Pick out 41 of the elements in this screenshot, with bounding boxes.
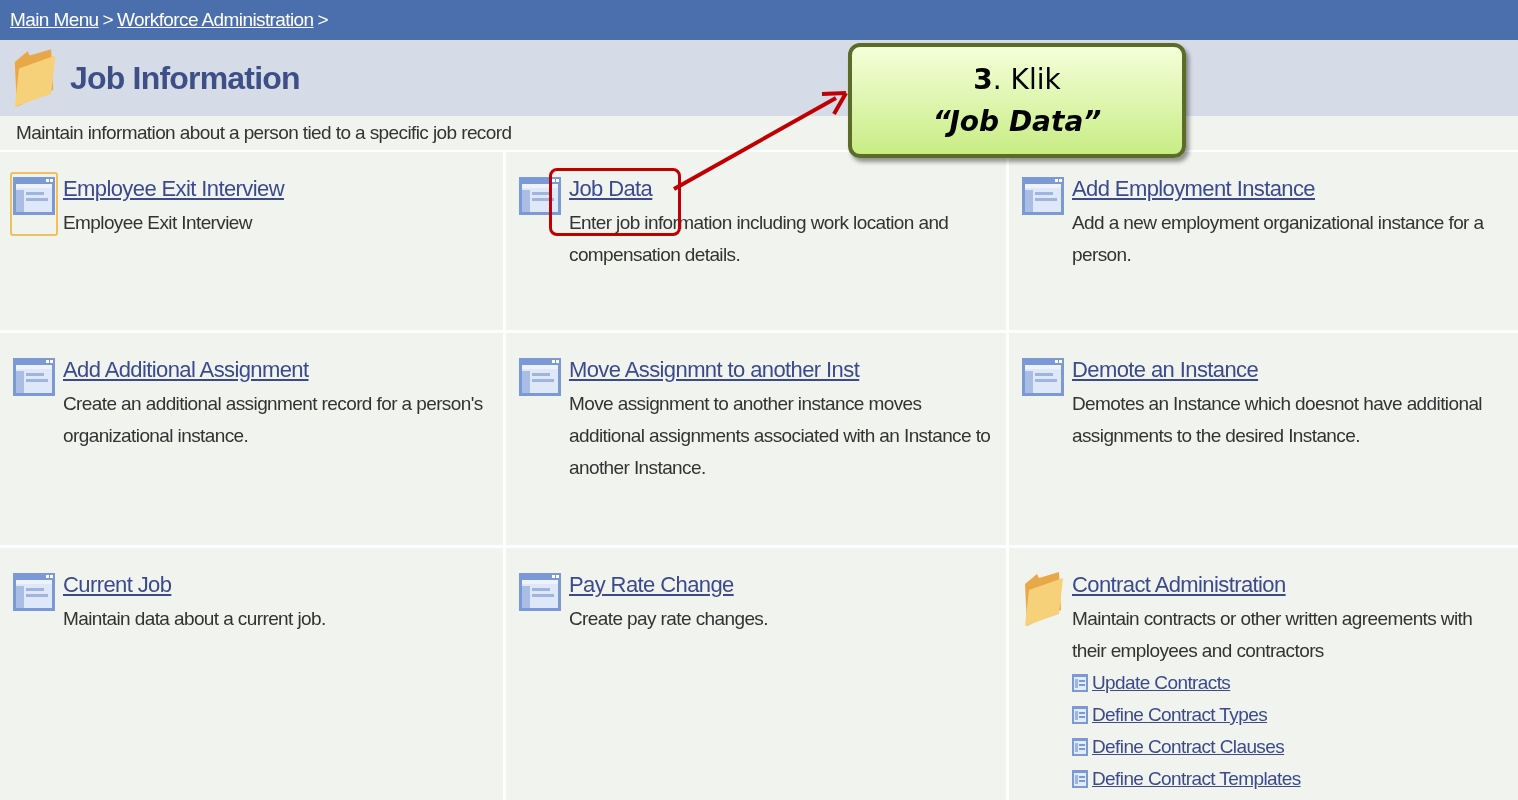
page-icon — [518, 570, 562, 614]
menu-description: Move assignment to another instance moves additional assignments associated with an Instance to another Instance. — [569, 392, 992, 480]
menu-link[interactable]: Employee Exit Interview — [63, 176, 284, 201]
page-icon — [1072, 738, 1088, 756]
menu-link[interactable]: Move Assignmnt to another Inst — [569, 357, 860, 382]
callout-target: “Job Data” — [932, 103, 1102, 140]
menu-link[interactable]: Job Data — [569, 176, 653, 201]
page-icon — [12, 355, 56, 399]
menu-description: Maintain data about a current job. — [63, 607, 326, 631]
page-icon — [1021, 355, 1065, 399]
menu-link[interactable]: Add Employment Instance — [1072, 176, 1315, 201]
page-icon — [1072, 674, 1088, 692]
page-description: Maintain information about a person tied to a specific job record — [16, 120, 512, 145]
page-icon — [1072, 770, 1088, 788]
menu-description: Create an additional assignment record for a person's organizational instance. — [63, 392, 484, 448]
breadcrumb-separator: > — [317, 7, 329, 32]
page-icon — [518, 355, 562, 399]
page-icon — [1072, 706, 1088, 724]
menu-link[interactable]: Pay Rate Change — [569, 572, 734, 597]
page-title: Job Information — [70, 59, 300, 98]
menu-description: Create pay rate changes. — [569, 607, 768, 631]
breadcrumb-link[interactable]: Main Menu — [10, 5, 99, 35]
page-icon — [518, 174, 562, 218]
sub-link[interactable]: Update Contracts — [1092, 667, 1231, 699]
menu-description: Add a new employment organizational instance for a person. — [1072, 211, 1485, 267]
breadcrumb-link[interactable]: Workforce Administration — [117, 5, 314, 35]
menu-link[interactable]: Add Additional Assignment — [63, 357, 309, 382]
callout-step: 3. Klik — [973, 58, 1061, 101]
menu-link[interactable]: Demote an Instance — [1072, 357, 1259, 382]
breadcrumb-separator: > — [102, 7, 114, 32]
page-icon — [12, 174, 56, 218]
sub-link[interactable]: Define Contract Templates — [1092, 763, 1301, 795]
menu-description: Demotes an Instance which doesnot have additional assignments to the desired Instance. — [1072, 392, 1483, 448]
page-icon — [12, 570, 56, 614]
menu-description: Maintain contracts or other written agreements with their employees and contractors — [1072, 607, 1474, 663]
menu-link[interactable]: Contract Administration — [1072, 572, 1286, 597]
sub-link[interactable]: Define Contract Clauses — [1092, 731, 1285, 763]
sub-link[interactable]: Define Contract Types — [1092, 699, 1268, 731]
page-icon — [1021, 174, 1065, 218]
menu-link[interactable]: Current Job — [63, 572, 172, 597]
menu-description: Employee Exit Interview — [63, 211, 254, 235]
